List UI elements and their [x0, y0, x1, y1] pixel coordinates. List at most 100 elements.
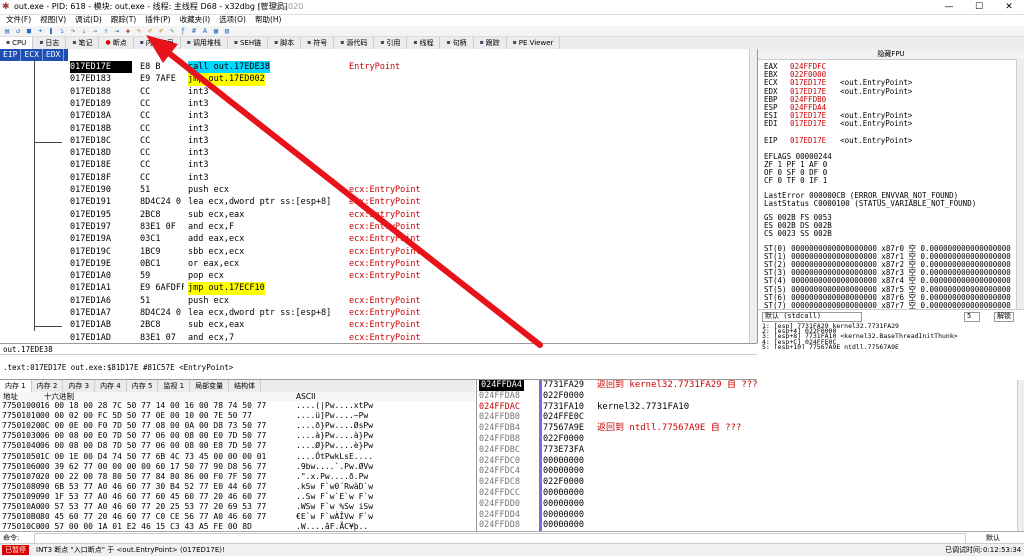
register-scrollbar[interactable] — [1016, 59, 1024, 309]
menu-item[interactable]: 选项(O) — [219, 14, 246, 26]
debug-time: 0:12:53:34 — [983, 546, 1022, 554]
dump-tab[interactable]: 内存 1 — [0, 380, 32, 392]
disasm-row[interactable]: 017ED1A1 E9 6AFDFF jmp out.17ECF10 — [0, 282, 757, 295]
find-icon[interactable]: # — [190, 27, 198, 35]
disasm-row[interactable]: 017ED1A6 51 push ecx ecx:EntryPoint — [0, 295, 757, 307]
unlock-checkbox[interactable]: 解锁 — [994, 312, 1014, 322]
tab-log[interactable]: ▪ 日志 — [33, 37, 67, 49]
flags-row: CF 0 TF 0 IF 1 — [764, 176, 828, 186]
disasm-row[interactable]: 017ED19C 1BC9 sbb ecx,ecx ecx:EntryPoint — [0, 246, 757, 258]
disasm-row[interactable]: 017ED17E E8 B call out.17EDE38 EntryPoint — [0, 61, 757, 74]
disasm-row[interactable]: 017ED191 8D4C24 0 lea ecx,dword ptr ss:[es… — [0, 196, 757, 208]
dump-tab[interactable]: 局部变量 — [190, 380, 230, 392]
disassembly-view[interactable]: EIP ECX EDX 017ED17E E8 B call out.17EDE38 En… — [0, 49, 758, 343]
patch-icon[interactable]: ✎ — [135, 27, 143, 35]
disasm-row[interactable]: 017ED1AD 83E1 07 and ecx,7 ecx:EntryPoint — [0, 332, 757, 343]
restart-icon[interactable]: ↺ — [14, 27, 22, 35]
step-into-icon[interactable]: ↴ — [58, 27, 66, 35]
menu-item[interactable]: 收藏夹(I) — [180, 14, 211, 26]
menu-item[interactable]: 跟踪(T) — [111, 14, 136, 26]
dump-tab[interactable]: 结构体 — [229, 380, 262, 392]
disasm-row[interactable]: 017ED18E CC int3 — [0, 159, 757, 171]
tab-trace[interactable]: ▪ 跟踪 — [474, 37, 507, 49]
disasm-row[interactable]: 017ED190 51 push ecx ecx:EntryPoint — [0, 184, 757, 196]
disasm-row[interactable]: 017ED19A 03C1 add eax,ecx ecx:EntryPoint — [0, 233, 757, 245]
maximize-button[interactable]: ☐ — [964, 0, 994, 14]
tab-breakpoint[interactable]: ● 断点 — [99, 37, 134, 49]
close-debug-icon[interactable]: ■ — [25, 27, 33, 35]
disasm-row[interactable]: 017ED188 CC int3 — [0, 86, 757, 98]
disasm-bytes: 59 — [140, 271, 151, 282]
run-to-user-code-icon[interactable]: ⇥ — [113, 27, 121, 35]
tab-references[interactable]: ▪ 引用 — [374, 37, 408, 49]
function-icon[interactable]: ƒ — [179, 27, 187, 35]
calling-convention-select[interactable]: 默认 (stdcall) — [762, 312, 863, 322]
tab-notes[interactable]: ▪ 笔记 — [66, 37, 100, 49]
label-icon[interactable]: ✐ — [157, 27, 165, 35]
settings-icon[interactable]: ▥ — [223, 27, 231, 35]
call-arguments-pane[interactable]: 默认 (stdcall) 5 解锁 1: [esp] 7731FA29 kern… — [758, 309, 1024, 349]
execute-till-return-icon[interactable]: ↑ — [102, 27, 110, 35]
disasm-row[interactable]: 017ED1A0 59 pop ecx ecx:EntryPoint — [0, 270, 757, 282]
disasm-address: 017ED190 — [70, 185, 111, 195]
disasm-row[interactable]: 017ED195 2BC8 sub ecx,eax ecx:EntryPoint — [0, 209, 757, 221]
memory-dump-view[interactable]: 77501000 16 00 18 00 28 7C 50 77 14 00 16… — [0, 401, 475, 531]
pause-icon[interactable]: ❚ — [47, 27, 55, 35]
disasm-row[interactable]: 017ED1A7 8D4C24 0 lea ecx,dword ptr ss:[es… — [0, 307, 757, 319]
register-comment: <out.EntryPoint> — [840, 135, 913, 145]
tab-cpu[interactable]: ▪ CPU — [0, 37, 34, 49]
stack-scrollbar[interactable] — [1017, 380, 1024, 531]
run-icon[interactable]: ➜ — [36, 27, 44, 35]
trace-over-icon[interactable]: ⇢ — [91, 27, 99, 35]
disasm-address: 017ED1A6 — [70, 295, 111, 306]
scylla-icon[interactable]: ◆ — [124, 27, 132, 35]
disasm-row[interactable]: 017ED18A CC int3 — [0, 110, 757, 122]
calculator-icon[interactable]: ▦ — [212, 27, 220, 35]
menu-item[interactable]: 文件(F) — [6, 14, 31, 26]
register-edi[interactable]: EDI 017ED17E <out.EntryPoint> — [764, 120, 912, 128]
script-tool-icon[interactable]: A — [201, 27, 209, 35]
open-icon[interactable]: ▤ — [3, 27, 11, 35]
dump-tab[interactable]: 内存 4 — [95, 380, 127, 392]
bookmark-icon[interactable]: ✎ — [168, 27, 176, 35]
disasm-row[interactable]: 017ED197 83E1 0F and ecx,F ecx:EntryPoint — [0, 221, 757, 233]
disasm-row[interactable]: 017ED18C CC int3 — [0, 135, 757, 147]
arg-count-spinner[interactable]: 5 — [964, 312, 981, 322]
disasm-row[interactable]: 017ED183 E9 7AFE jmp out.17ED002 — [0, 73, 757, 86]
hide-fpu-button[interactable]: 隐藏FPU — [758, 49, 1024, 60]
tab-memory-map[interactable]: ▪ 内存布局 — [134, 37, 181, 49]
menu-item[interactable]: 调试(D) — [75, 14, 102, 26]
comment-icon[interactable]: ✐ — [146, 27, 154, 35]
dump-tab[interactable]: 内存 5 — [127, 380, 159, 392]
disasm-row[interactable]: 017ED18D CC int3 — [0, 147, 757, 159]
step-over-icon[interactable]: ↷ — [69, 27, 77, 35]
tab-call-stack[interactable]: ▪ 调用堆栈 — [181, 37, 228, 49]
close-button[interactable]: ✕ — [994, 0, 1024, 14]
tab-threads[interactable]: ▪ 线程 — [407, 37, 441, 49]
register-edx[interactable]: EDX 017ED17E <out.EntryPoint> — [764, 87, 912, 96]
dump-tab[interactable]: 监视 1 — [158, 380, 191, 392]
menu-item[interactable]: 帮助(H) — [255, 14, 282, 26]
disasm-row[interactable]: 017ED19E 0BC1 or eax,ecx ecx:EntryPoint — [0, 258, 757, 270]
dump-tab[interactable]: 内存 2 — [32, 380, 64, 392]
menu-item[interactable]: 插件(P) — [145, 14, 170, 26]
disasm-row[interactable]: 017ED18B CC int3 — [0, 123, 757, 135]
stack-view[interactable]: 024FFDA4 7731FA29 返回到 kernel32.7731FA29 自 … — [476, 380, 1024, 531]
tab-pe-viewer[interactable]: ▪ PE Viewer — [507, 37, 561, 49]
trace-into-icon[interactable]: ⇣ — [80, 27, 88, 35]
tab-symbols[interactable]: ▪ 符号 — [301, 37, 335, 49]
dump-tab[interactable]: 内存 3 — [63, 380, 96, 392]
tab-handles[interactable]: ▪ 句柄 — [440, 37, 474, 49]
disasm-row[interactable]: 017ED18F CC int3 — [0, 172, 757, 184]
tab-script[interactable]: ▪ 脚本 — [268, 37, 302, 49]
tab-source[interactable]: ▪ 源代码 — [334, 37, 375, 49]
disasm-bytes: E9 6AFDFF — [140, 283, 184, 294]
tab-seh[interactable]: ▪ SEH链 — [228, 37, 269, 49]
disasm-row[interactable]: 017ED189 CC int3 — [0, 98, 757, 110]
register-eip[interactable]: EIP 017ED17E <out.EntryPoint> — [764, 135, 913, 145]
register-pane[interactable]: 隐藏FPU EAX 024FFDFC EBX 022F0000 ECX 017ED17E <… — [758, 49, 1024, 309]
menu-item[interactable]: 视图(V) — [40, 14, 66, 26]
disasm-row[interactable]: 017ED1AB 2BC8 sub ecx,eax ecx:EntryPoint — [0, 319, 757, 331]
minimize-button[interactable]: — — [934, 0, 964, 14]
dump-ascii: .kSw F`w0´RwàD`w — [296, 481, 374, 491]
